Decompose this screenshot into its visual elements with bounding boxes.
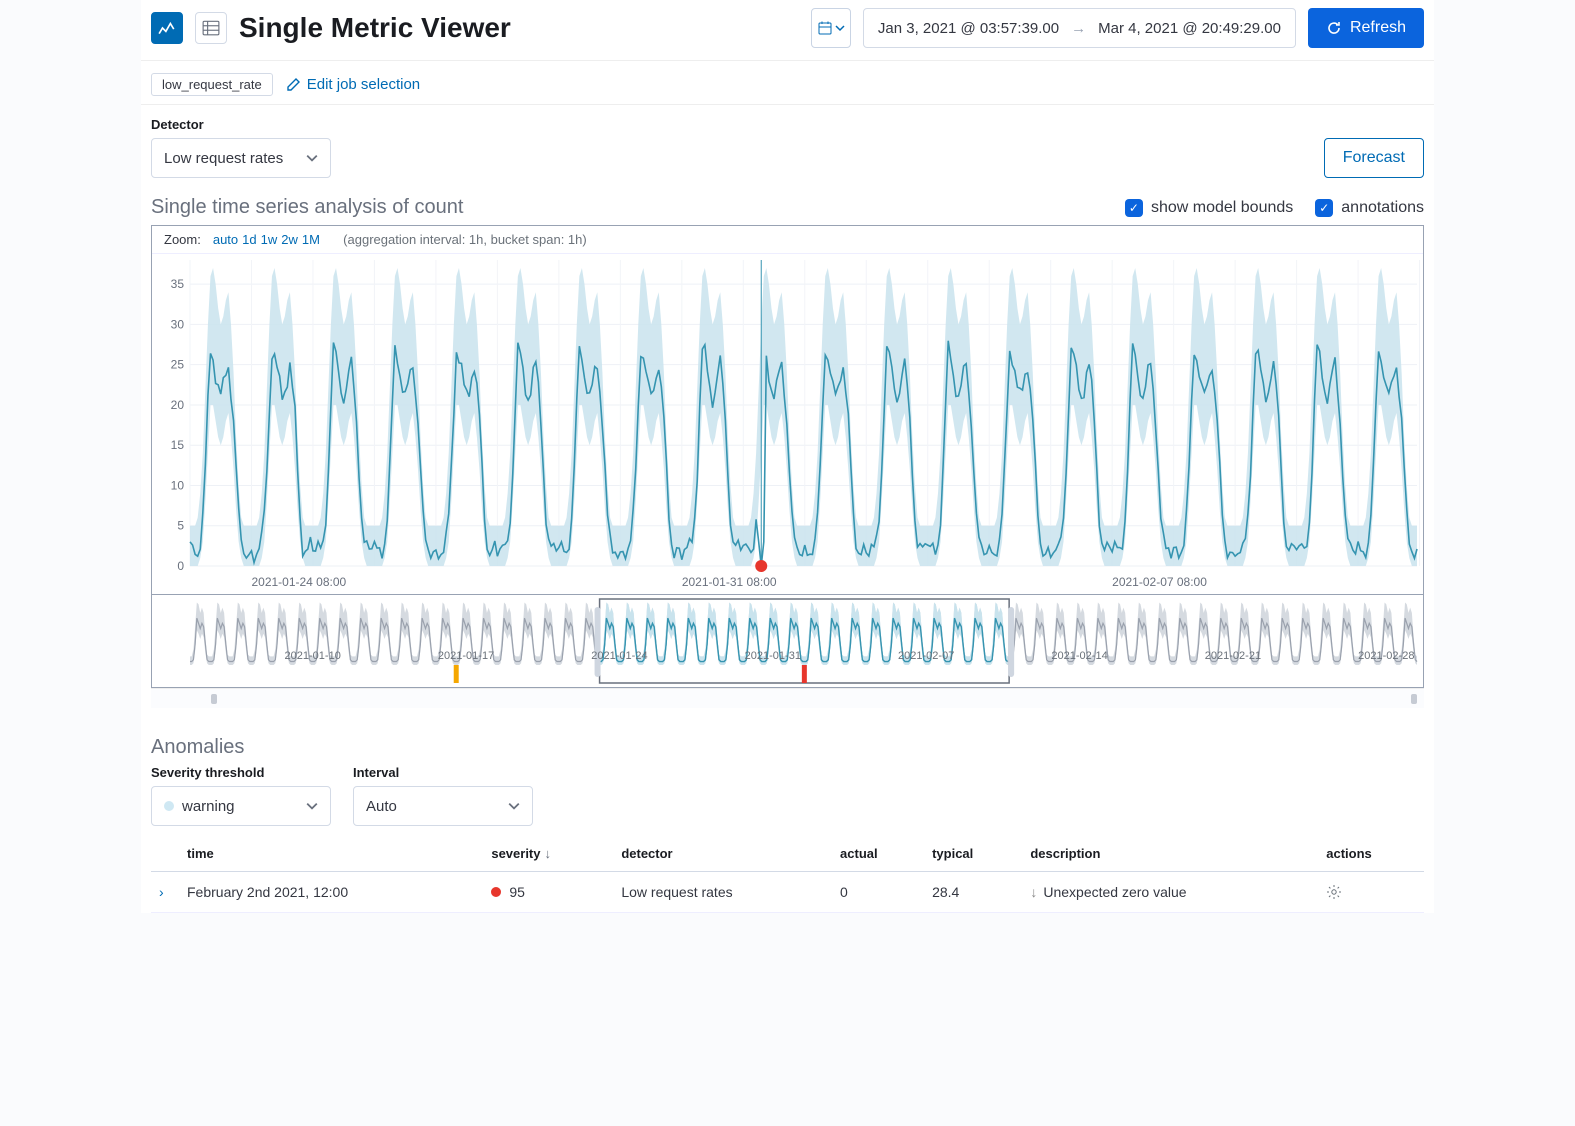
pencil-icon xyxy=(285,77,301,93)
chevron-down-icon xyxy=(306,800,318,812)
forecast-button[interactable]: Forecast xyxy=(1324,138,1424,178)
chevron-down-icon xyxy=(306,152,318,164)
refresh-icon xyxy=(1326,20,1342,36)
zoom-link-2w[interactable]: 2w xyxy=(281,232,298,247)
job-subheader: low_request_rate Edit job selection xyxy=(141,61,1434,105)
date-range[interactable]: Jan 3, 2021 @ 03:57:39.00 → Mar 4, 2021 … xyxy=(863,8,1296,48)
chevron-down-icon xyxy=(835,23,845,33)
focus-chart-svg: 0 5 10 15 20 25 30 35 2021-01-24 08:00 2021-01-31… xyxy=(152,254,1423,594)
anomalies-title: Anomalies xyxy=(141,718,1434,765)
svg-text:2021-02-07: 2021-02-07 xyxy=(898,650,954,662)
svg-text:2021-02-14: 2021-02-14 xyxy=(1051,650,1107,662)
cell-severity: 95 xyxy=(483,872,613,913)
svg-text:2021-01-31 08:00: 2021-01-31 08:00 xyxy=(682,575,777,589)
col-time[interactable]: time xyxy=(179,836,483,872)
chevron-down-icon xyxy=(508,800,520,812)
svg-text:15: 15 xyxy=(171,438,185,452)
svg-text:30: 30 xyxy=(171,317,185,331)
cell-time: February 2nd 2021, 12:00 xyxy=(179,872,483,913)
page-title: Single Metric Viewer xyxy=(239,12,511,44)
track-thumb-left[interactable] xyxy=(211,694,217,704)
svg-text:35: 35 xyxy=(171,277,185,291)
cell-actions xyxy=(1318,872,1424,913)
cell-detector: Low request rates xyxy=(613,872,832,913)
col-severity[interactable]: severity↓ xyxy=(483,836,613,872)
svg-text:0: 0 xyxy=(177,559,184,573)
context-chart-svg: 2021-01-10 2021-01-17 2021-01-24 2021-01-31… xyxy=(152,595,1423,687)
cell-actual: 0 xyxy=(832,872,924,913)
zoom-link-1d[interactable]: 1d xyxy=(242,232,256,247)
expand-row[interactable]: › xyxy=(159,884,170,900)
zoom-link-auto[interactable]: auto xyxy=(213,232,238,247)
svg-text:2021-01-17: 2021-01-17 xyxy=(438,650,494,662)
table-icon xyxy=(202,19,220,37)
svg-text:2021-02-21: 2021-02-21 xyxy=(1205,650,1261,662)
severity-threshold-select[interactable]: warning xyxy=(151,786,331,826)
date-from: Jan 3, 2021 @ 03:57:39.00 xyxy=(878,20,1059,37)
detector-label: Detector xyxy=(151,117,331,132)
chart-toolbar: Zoom: auto1d1w2w1M (aggregation interval… xyxy=(152,226,1423,254)
line-chart-icon xyxy=(158,19,176,37)
col-actual[interactable]: actual xyxy=(832,836,924,872)
annotations-checkbox[interactable]: ✓annotations xyxy=(1315,199,1424,217)
show-bounds-checkbox[interactable]: ✓show model bounds xyxy=(1125,199,1293,217)
context-chart[interactable]: 2021-01-10 2021-01-17 2021-01-24 2021-01-31… xyxy=(151,595,1424,688)
svg-text:2021-01-24 08:00: 2021-01-24 08:00 xyxy=(251,575,346,589)
zoom-links: auto 1d 1w2w 1M xyxy=(209,232,320,247)
page-header: Single Metric Viewer Jan 3, 2021 @ 03:57… xyxy=(141,0,1434,61)
analysis-title: Single time series analysis of count xyxy=(151,196,463,219)
svg-text:2021-02-07 08:00: 2021-02-07 08:00 xyxy=(1112,575,1207,589)
svg-text:10: 10 xyxy=(171,478,185,492)
detector-row: Detector Low request rates Forecast xyxy=(141,105,1434,178)
col-description[interactable]: description xyxy=(1022,836,1318,872)
row-actions-button[interactable] xyxy=(1326,884,1416,900)
svg-text:2021-01-24: 2021-01-24 xyxy=(591,650,647,662)
zoom-link-1M[interactable]: 1M xyxy=(302,232,320,247)
anomalies-table: timeseverity↓detectoractualtypicaldescri… xyxy=(151,836,1424,913)
table-view-toggle[interactable] xyxy=(195,12,227,44)
interval-label: Interval xyxy=(353,765,533,780)
date-to: Mar 4, 2021 @ 20:49:29.00 xyxy=(1098,20,1281,37)
table-row: › February 2nd 2021, 12:00 95 Low reques… xyxy=(151,872,1424,913)
scrub-track[interactable] xyxy=(151,688,1424,708)
chart-view-toggle[interactable] xyxy=(151,12,183,44)
svg-text:20: 20 xyxy=(171,398,185,412)
zoom-link-1w[interactable]: 1w xyxy=(261,232,278,247)
track-thumb-right[interactable] xyxy=(1411,694,1417,704)
svg-text:25: 25 xyxy=(171,358,185,372)
analysis-header: Single time series analysis of count ✓sh… xyxy=(141,178,1434,225)
svg-text:2021-01-10: 2021-01-10 xyxy=(285,650,341,662)
severity-threshold-label: Severity threshold xyxy=(151,765,331,780)
svg-text:2021-02-28: 2021-02-28 xyxy=(1358,650,1414,662)
col-actions[interactable]: actions xyxy=(1318,836,1424,872)
cell-description: ↓Unexpected zero value xyxy=(1022,872,1318,913)
detector-select[interactable]: Low request rates xyxy=(151,138,331,178)
svg-text:5: 5 xyxy=(177,519,184,533)
edit-job-link[interactable]: Edit job selection xyxy=(285,76,420,93)
calendar-icon xyxy=(817,20,833,36)
arrow-right-icon: → xyxy=(1071,20,1086,37)
svg-text:2021-01-31: 2021-01-31 xyxy=(745,650,801,662)
col-typical[interactable]: typical xyxy=(924,836,1022,872)
gear-icon xyxy=(1326,884,1342,900)
focus-chart[interactable]: Zoom: auto1d1w2w1M (aggregation interval… xyxy=(151,225,1424,595)
refresh-button[interactable]: Refresh xyxy=(1308,8,1424,48)
job-chip[interactable]: low_request_rate xyxy=(151,73,273,96)
interval-select[interactable]: Auto xyxy=(353,786,533,826)
anomaly-filters: Severity threshold warning Interval Auto xyxy=(141,765,1434,836)
date-picker-trigger[interactable] xyxy=(811,8,851,48)
cell-typical: 28.4 xyxy=(924,872,1022,913)
col-detector[interactable]: detector xyxy=(613,836,832,872)
